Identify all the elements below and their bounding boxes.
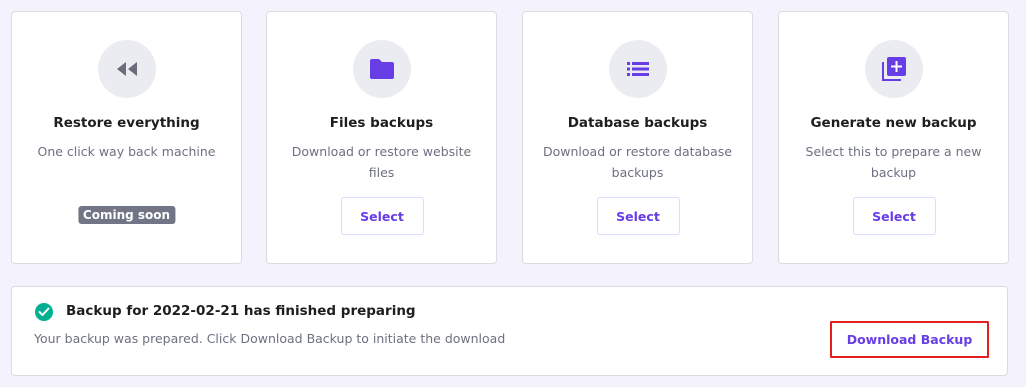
notice-message: Your backup was prepared. Click Download… <box>34 331 506 346</box>
files-backups-card: Files backups Download or restore websit… <box>266 11 497 264</box>
card-title: Generate new backup <box>810 115 977 131</box>
generate-icon-circle <box>864 40 923 98</box>
card-description: Download or restore website files <box>291 144 472 180</box>
add-backup-icon <box>881 57 906 81</box>
card-description: Select this to prepare a new backup <box>805 144 982 180</box>
backup-ready-notice: Backup for 2022-02-21 has finished prepa… <box>11 286 1008 376</box>
rewind-icon <box>116 62 137 76</box>
download-backup-button[interactable]: Download Backup <box>830 321 989 358</box>
card-description: One click way back machine <box>37 144 216 159</box>
notice-title: Backup for 2022-02-21 has finished prepa… <box>66 303 416 319</box>
check-circle-icon <box>35 303 53 321</box>
generate-backup-select-button[interactable]: Select <box>852 197 936 235</box>
card-description: Download or restore database backups <box>543 144 732 180</box>
database-icon-circle <box>608 40 667 98</box>
card-title: Database backups <box>567 115 708 131</box>
files-icon-circle <box>352 40 411 98</box>
files-backups-select-button[interactable]: Select <box>340 197 424 235</box>
restore-everything-card: Restore everything One click way back ma… <box>11 11 242 264</box>
list-icon <box>626 62 649 76</box>
card-title: Restore everything <box>53 115 200 131</box>
coming-soon-badge: Coming soon <box>77 206 176 224</box>
restore-icon-circle <box>97 40 156 98</box>
folder-icon <box>369 59 394 79</box>
database-backups-card: Database backups Download or restore dat… <box>522 11 753 264</box>
card-title: Files backups <box>329 115 434 131</box>
generate-backup-card: Generate new backup Select this to prepa… <box>778 11 1009 264</box>
database-backups-select-button[interactable]: Select <box>596 197 680 235</box>
